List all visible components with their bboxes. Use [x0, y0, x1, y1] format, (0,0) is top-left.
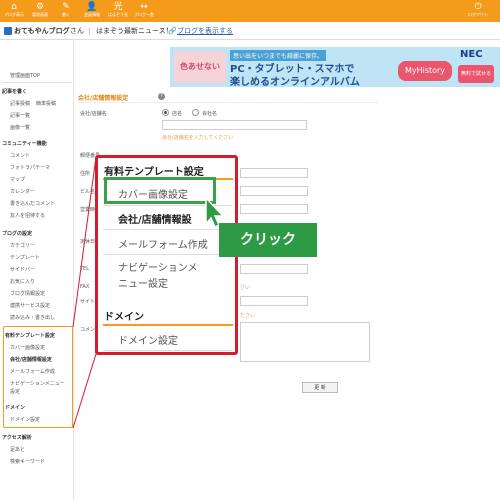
popup-item-mail-form[interactable]: メールフォーム作成 — [118, 236, 208, 251]
popup-item-domain[interactable]: ドメイン設定 — [118, 332, 178, 347]
popup-section-paid-template: 有料テンプレート設定 — [104, 167, 204, 178]
popup-item-nav-menu-2[interactable]: ニュー設定 — [118, 275, 168, 290]
click-label: クリック — [219, 223, 317, 257]
popup-section-domain: ドメイン — [104, 312, 144, 323]
popup-item-company-info[interactable]: 会社/店舗情報設 — [118, 211, 192, 226]
popup-item-nav-menu-1[interactable]: ナビゲーションメ — [118, 259, 198, 274]
